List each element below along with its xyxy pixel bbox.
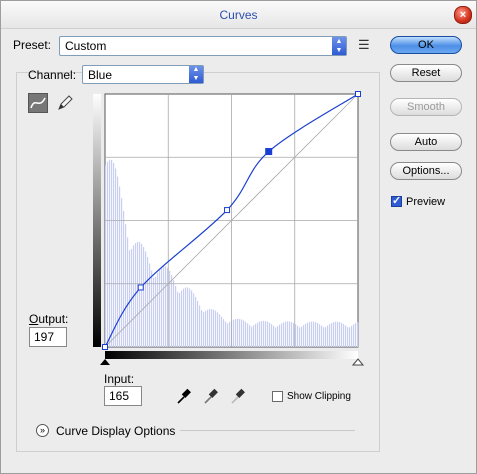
preset-label: Preset: (13, 38, 52, 52)
white-point-eyedropper-icon[interactable] (230, 387, 246, 405)
preset-select[interactable]: Custom ▲ ▼ (59, 36, 347, 56)
selected-control-point (265, 148, 273, 156)
curve-display-options-label[interactable]: Curve Display Options (56, 424, 175, 438)
output-label: Output: (29, 312, 69, 326)
curve-graph[interactable] (88, 88, 373, 373)
reset-button[interactable]: Reset (390, 64, 462, 82)
title-bar[interactable]: Curves × (1, 1, 476, 29)
control-point (224, 207, 231, 214)
preset-value: Custom (65, 39, 107, 53)
close-icon[interactable]: × (454, 6, 472, 24)
control-point (355, 91, 361, 97)
pencil-tool-icon[interactable] (55, 93, 75, 113)
control-point (102, 344, 108, 350)
input-gradient-bar (105, 351, 358, 359)
black-point-eyedropper-icon[interactable] (176, 387, 192, 405)
output-field[interactable]: 197 (29, 327, 67, 347)
curve-tool-icon[interactable] (28, 93, 48, 113)
chevron-updown-icon: ▲ ▼ (332, 37, 346, 55)
divider (180, 430, 355, 431)
input-field[interactable]: 165 (104, 386, 142, 406)
input-label: Input: (104, 372, 135, 386)
preview-label: Preview (406, 196, 446, 208)
channel-select[interactable]: Blue ▲ ▼ (82, 65, 204, 84)
gray-point-eyedropper-icon[interactable] (203, 387, 219, 405)
options-button[interactable]: Options... (390, 162, 462, 180)
output-gradient-bar (93, 94, 101, 347)
chevron-updown-icon: ▲ ▼ (189, 66, 203, 83)
channel-label: Channel: (28, 68, 77, 82)
window-title: Curves (219, 8, 258, 22)
channel-value: Blue (88, 68, 113, 82)
white-point-slider (351, 358, 365, 366)
ok-button[interactable]: OK (390, 36, 462, 54)
expand-chevron-icon[interactable]: » (36, 424, 49, 437)
black-point-slider (100, 359, 110, 365)
control-point (137, 284, 144, 291)
show-clipping-label: Show Clipping (287, 391, 351, 402)
panel-menu-icon[interactable]: ☰ (358, 38, 372, 52)
show-clipping-checkbox[interactable] (272, 391, 283, 402)
smooth-button[interactable]: Smooth (390, 98, 462, 116)
auto-button[interactable]: Auto (390, 133, 462, 151)
preview-checkbox[interactable] (391, 194, 402, 207)
